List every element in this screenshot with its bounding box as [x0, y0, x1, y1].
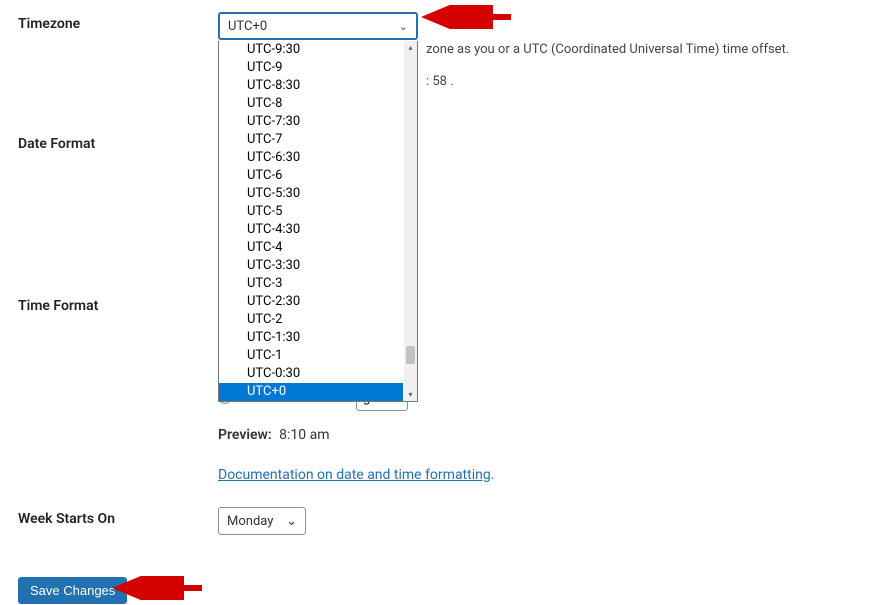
timezone-hint-right: zone as you or a UTC (Coordinated Univer… [426, 42, 789, 57]
scroll-down-icon[interactable]: ▾ [404, 388, 417, 401]
timezone-option[interactable]: UTC-1 [219, 347, 403, 365]
timezone-option[interactable]: UTC-7 [219, 131, 403, 149]
timezone-option[interactable]: UTC-0:30 [219, 365, 403, 383]
timezone-option[interactable]: UTC+0 [219, 383, 403, 401]
timezone-option[interactable]: UTC-4 [219, 239, 403, 257]
timezone-option[interactable]: UTC-8 [219, 95, 403, 113]
timezone-time-fragment: : 58 . [426, 74, 454, 89]
timezone-option[interactable]: UTC-6:30 [219, 149, 403, 167]
week-selected-value: Monday [227, 514, 273, 529]
scroll-up-icon[interactable]: ▴ [404, 41, 417, 54]
week-starts-on-label: Week Starts On [18, 507, 218, 527]
timezone-option[interactable]: UTC-3 [219, 275, 403, 293]
timezone-option[interactable]: UTC-8:30 [219, 77, 403, 95]
timezone-option[interactable]: UTC-5 [219, 203, 403, 221]
timezone-option[interactable]: UTC-5:30 [219, 185, 403, 203]
timezone-option[interactable]: UTC-9:30 [219, 41, 403, 59]
timezone-option[interactable]: UTC-7:30 [219, 113, 403, 131]
preview-value: 8:10 am [279, 427, 329, 443]
timezone-option[interactable]: UTC-2:30 [219, 293, 403, 311]
timezone-label: Timezone [18, 12, 218, 32]
chevron-down-icon: ⌄ [286, 514, 297, 529]
timezone-dropdown-panel: UTC-9:30UTC-9UTC-8:30UTC-8UTC-7:30UTC-7U… [218, 41, 418, 402]
timezone-option[interactable]: UTC-6 [219, 167, 403, 185]
doc-link-period: . [491, 468, 494, 483]
timezone-option[interactable]: UTC-3:30 [219, 257, 403, 275]
documentation-link[interactable]: Documentation on date and time formattin… [218, 467, 491, 483]
dropdown-scrollbar[interactable]: ▴ ▾ [404, 41, 417, 401]
chevron-down-icon: ⌄ [399, 20, 408, 33]
timezone-select[interactable]: UTC+0 ⌄ [218, 12, 418, 40]
time-format-label: Time Format [18, 294, 218, 314]
timezone-option[interactable]: UTC-9 [219, 59, 403, 77]
timezone-option[interactable]: UTC-4:30 [219, 221, 403, 239]
save-changes-button[interactable]: Save Changes [18, 577, 127, 604]
week-starts-on-select[interactable]: Monday ⌄ [218, 507, 306, 535]
preview-label: Preview: [218, 427, 272, 443]
timezone-option[interactable]: UTC-1:30 [219, 329, 403, 347]
timezone-option[interactable]: UTC-2 [219, 311, 403, 329]
timezone-selected-value: UTC+0 [228, 19, 267, 34]
preview-row: Preview: 8:10 am [218, 427, 876, 443]
scroll-thumb[interactable] [406, 346, 415, 364]
date-format-label: Date Format [18, 132, 218, 152]
